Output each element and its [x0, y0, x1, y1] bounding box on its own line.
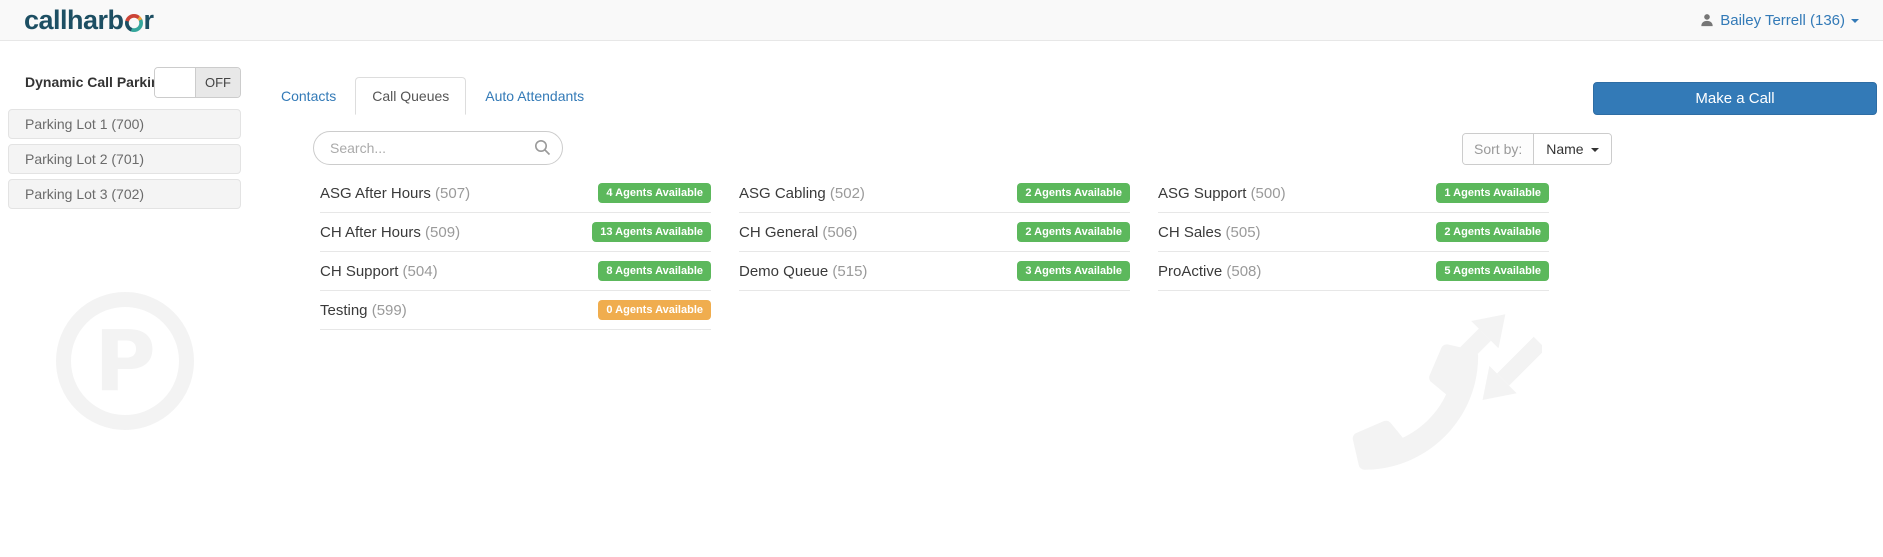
queue-name: Demo Queue (515)	[739, 263, 867, 280]
tab[interactable]: Call Queues	[355, 77, 467, 115]
dynamic-call-parking-label: Dynamic Call Parking	[25, 74, 169, 90]
queue-extension: (509)	[425, 223, 461, 241]
parking-lot-label: Parking Lot 2 (701)	[25, 151, 145, 167]
queue-title: ASG Support	[1158, 184, 1247, 202]
search-input[interactable]	[313, 131, 563, 165]
user-icon	[1701, 14, 1713, 27]
agents-available-badge: 2 Agents Available	[1436, 222, 1549, 242]
toggle-state-label: OFF	[196, 68, 240, 97]
queue-title: CH Sales	[1158, 223, 1222, 241]
call-queue-item[interactable]: CH After Hours (509) 13 Agents Available	[320, 213, 711, 252]
make-a-call-button[interactable]: Make a Call	[1593, 82, 1877, 115]
callharbor-logo[interactable]: callharb r	[24, 5, 154, 36]
queue-title: ASG After Hours	[320, 184, 431, 202]
parking-lot-label: Parking Lot 1 (700)	[25, 116, 145, 132]
parking-watermark-icon: P	[56, 292, 194, 430]
agents-available-badge: 4 Agents Available	[598, 183, 711, 203]
queue-name: Testing (599)	[320, 302, 407, 319]
chevron-down-icon	[1590, 148, 1599, 152]
call-queue-item[interactable]: ASG Cabling (502) 2 Agents Available	[739, 174, 1130, 213]
queue-extension: (508)	[1226, 262, 1262, 280]
agents-available-badge: 2 Agents Available	[1017, 183, 1130, 203]
call-queue-item[interactable]: CH Sales (505) 2 Agents Available	[1158, 213, 1549, 252]
queue-name: CH Support (504)	[320, 263, 438, 280]
call-queue-item[interactable]: CH Support (504) 8 Agents Available	[320, 252, 711, 291]
tab[interactable]: Auto Attendants	[468, 77, 601, 115]
call-queue-item[interactable]: Demo Queue (515) 3 Agents Available	[739, 252, 1130, 291]
user-menu[interactable]: Bailey Terrell (136)	[1700, 12, 1859, 29]
queue-title: CH Support	[320, 262, 399, 280]
logo-o-ring-icon	[124, 14, 143, 32]
dynamic-call-parking-toggle[interactable]: OFF	[154, 67, 241, 98]
parking-lot-button[interactable]: Parking Lot 3 (702)	[8, 179, 241, 209]
queue-title: CH General	[739, 223, 819, 241]
agents-available-badge: 3 Agents Available	[1017, 261, 1130, 281]
agents-available-badge: 0 Agents Available	[598, 300, 711, 320]
agents-available-badge: 2 Agents Available	[1017, 222, 1130, 242]
agents-available-badge: 13 Agents Available	[592, 222, 711, 242]
agents-available-badge: 1 Agents Available	[1436, 183, 1549, 203]
toggle-handle	[155, 68, 196, 97]
queue-extension: (506)	[822, 223, 858, 241]
call-queue-item[interactable]: Testing (599) 0 Agents Available	[320, 291, 711, 330]
search-icon	[535, 140, 551, 156]
queue-extension: (507)	[435, 184, 471, 202]
tab-label: Contacts	[281, 88, 337, 104]
sort-dropdown-button[interactable]: Name	[1534, 134, 1611, 164]
queue-name: ProActive (508)	[1158, 263, 1261, 280]
queue-extension: (502)	[829, 184, 865, 202]
agents-available-badge: 8 Agents Available	[598, 261, 711, 281]
top-header: callharb r Bailey Terrell (136)	[0, 0, 1883, 41]
logo-text-pre: callharb	[24, 4, 124, 35]
logo-text-post: r	[143, 4, 155, 35]
queue-name: ASG Support (500)	[1158, 185, 1286, 202]
call-queue-item[interactable]: CH General (506) 2 Agents Available	[739, 213, 1130, 252]
queue-extension: (504)	[402, 262, 438, 280]
parking-lot-button[interactable]: Parking Lot 2 (701)	[8, 144, 241, 174]
main-tabs: Contacts Call Queues Auto Attendants	[264, 77, 603, 115]
transfer-phone-watermark-icon	[1352, 314, 1542, 470]
sort-by-label: Sort by:	[1463, 134, 1535, 164]
sort-selected-value: Name	[1546, 141, 1584, 157]
queue-name: ASG Cabling (502)	[739, 185, 865, 202]
parking-lot-label: Parking Lot 3 (702)	[25, 186, 145, 202]
tab[interactable]: Contacts	[264, 77, 353, 115]
queue-title: ASG Cabling	[739, 184, 826, 202]
queue-title: Demo Queue	[739, 262, 829, 280]
tab-label: Call Queues	[372, 88, 450, 104]
chevron-down-icon	[1851, 19, 1859, 23]
queue-extension: (500)	[1250, 184, 1286, 202]
queue-title: ProActive	[1158, 262, 1223, 280]
queue-name: CH General (506)	[739, 224, 857, 241]
queue-title: CH After Hours	[320, 223, 421, 241]
parking-watermark-letter: P	[94, 312, 156, 410]
parking-lot-list: Parking Lot 1 (700) Parking Lot 2 (701) …	[8, 109, 241, 214]
queue-name: CH Sales (505)	[1158, 224, 1261, 241]
queue-name: CH After Hours (509)	[320, 224, 460, 241]
call-queue-item[interactable]: ASG Support (500) 1 Agents Available	[1158, 174, 1549, 213]
tab-label: Auto Attendants	[485, 88, 585, 104]
queue-extension: (505)	[1225, 223, 1261, 241]
call-queue-item[interactable]: ASG After Hours (507) 4 Agents Available	[320, 174, 711, 213]
queue-extension: (599)	[371, 301, 407, 319]
queue-name: ASG After Hours (507)	[320, 185, 470, 202]
sort-control: Sort by: Name	[1462, 133, 1612, 165]
queue-extension: (515)	[832, 262, 868, 280]
user-name: Bailey Terrell (136)	[1720, 11, 1845, 29]
parking-lot-button[interactable]: Parking Lot 1 (700)	[8, 109, 241, 139]
search-box	[313, 131, 563, 165]
queue-title: Testing	[320, 301, 368, 319]
